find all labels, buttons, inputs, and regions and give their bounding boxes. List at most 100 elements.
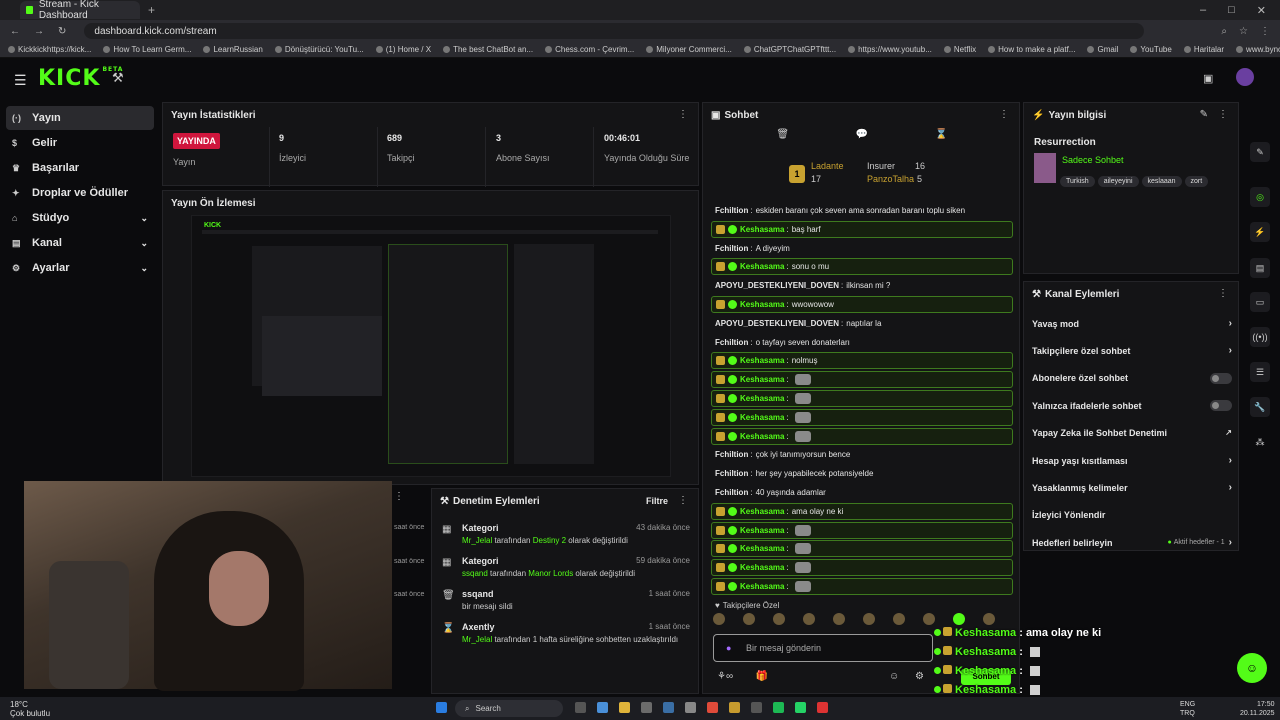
chat-message[interactable]: Keshasama: (711, 521, 1013, 539)
channel-action[interactable]: Hesap yaşı kısıtlaması › (1032, 455, 1232, 466)
forward-icon[interactable]: → (34, 26, 44, 37)
chat-username[interactable]: Keshasama (740, 262, 784, 271)
sidebar-item-2[interactable]: ♛ Başarılar (6, 156, 154, 180)
chat-message[interactable]: Keshasama: (711, 540, 1013, 558)
zoom-icon[interactable]: ⌕ (1221, 26, 1227, 37)
bookmark-item[interactable]: Haritalar (1184, 45, 1224, 54)
bookmark-item[interactable]: Gmail (1087, 45, 1118, 54)
sidebar-item-1[interactable]: $ Gelir (6, 131, 154, 155)
hamburger-menu-icon[interactable]: ☰ (14, 72, 27, 89)
settings-icon[interactable]: ⚙ (915, 671, 924, 682)
more-icon[interactable]: ⋮ (1218, 109, 1228, 120)
chat-username[interactable]: APOYU_DESTEKLIYENI_DOVEN (715, 319, 839, 328)
chat-username[interactable]: Keshasama (740, 544, 784, 553)
chat-message[interactable]: Fchiltion: çok iyi tanımıyorsun bence (711, 446, 1013, 463)
bookmark-item[interactable]: Milyoner Commerci... (646, 45, 732, 54)
points-icon[interactable]: ⚘∞ (717, 671, 733, 682)
star-icon[interactable]: ☆ (1239, 26, 1248, 37)
url-field[interactable]: dashboard.kick.com/stream (84, 23, 1145, 39)
chat-username[interactable]: Keshasama (740, 582, 784, 591)
bookmark-item[interactable]: The best ChatBot an... (443, 45, 533, 54)
list-icon[interactable]: ☰ (1250, 362, 1270, 382)
chat-username[interactable]: APOYU_DESTEKLIYENI_DOVEN (715, 281, 839, 290)
chat-username[interactable]: Keshasama (740, 394, 784, 403)
chat-message[interactable]: Fchiltion: her şey yapabilecek potansiyel… (711, 465, 1013, 482)
taskbar-apps[interactable] (436, 702, 447, 713)
wrench-icon[interactable]: 🔧 (1250, 397, 1270, 417)
bookmark-item[interactable]: ChatGPTChatGPTfttt... (744, 45, 836, 54)
channel-action[interactable]: Yavaş mod › (1032, 318, 1232, 329)
menu-icon[interactable]: ⋮ (1260, 26, 1270, 37)
chat-username[interactable]: Fchiltion (715, 488, 748, 497)
chat-icon[interactable]: ▭ (1250, 292, 1270, 312)
chat-username[interactable]: Fchiltion (715, 206, 748, 215)
chat-username[interactable]: Keshasama (740, 225, 784, 234)
chat-username[interactable]: Fchiltion (715, 450, 748, 459)
taskbar-search[interactable]: ⌕ Search (455, 700, 563, 717)
new-tab-icon[interactable]: + (148, 3, 155, 17)
reload-icon[interactable]: ↻ (58, 26, 66, 37)
back-icon[interactable]: ← (10, 26, 20, 37)
pinned-apps[interactable] (575, 702, 828, 713)
chat-message[interactable]: Keshasama: (711, 390, 1013, 407)
chat-input[interactable]: ● Bir mesaj gönderin (713, 634, 933, 662)
bookmark-item[interactable]: How To Learn Germ... (103, 45, 191, 54)
chat-message[interactable]: APOYU_DESTEKLIYENI_DOVEN: naptılar la (711, 315, 1013, 332)
chat-username[interactable]: Keshasama (740, 413, 784, 422)
chat-username[interactable]: Keshasama (740, 507, 784, 516)
channel-action[interactable]: Hedefleri belirleyin ● Aktif hedefler - 1 › (1032, 537, 1232, 548)
chat-message[interactable]: Keshasama: ama olay ne ki (711, 502, 1013, 520)
bookmark-item[interactable]: LearnRussian (203, 45, 262, 54)
channel-action[interactable]: Abonelere özel sohbet (1032, 372, 1232, 384)
chat-message[interactable]: Fchiltion: o tayfayı seven donaterları (711, 334, 1013, 351)
more-icon[interactable]: ⋮ (394, 491, 404, 502)
chat-message[interactable]: Keshasama: (711, 371, 1013, 389)
chat-fab-button[interactable]: ☺ (1237, 653, 1267, 683)
mod-view-icon[interactable]: ▣ (1203, 72, 1213, 85)
chat-message[interactable]: Keshasama: sonu o mu (711, 258, 1013, 276)
broadcast-icon[interactable]: ((•)) (1250, 327, 1270, 347)
chat-username[interactable]: Keshasama (740, 563, 784, 572)
tag-chip[interactable]: Turkish (1060, 176, 1095, 187)
chat-username[interactable]: Keshasama (740, 356, 784, 365)
more-icon[interactable]: ⋮ (999, 109, 1009, 120)
sidebar-item-3[interactable]: ✦ Droplar ve Ödüller (6, 181, 154, 205)
toggle-switch[interactable] (1210, 372, 1232, 384)
weather-widget[interactable]: 18°C Çok bulutlu (10, 700, 50, 718)
sidebar-item-5[interactable]: ▤ Kanal ⌄ (6, 231, 154, 255)
channel-action[interactable]: Yalnızca ifadelerle sohbet (1032, 400, 1232, 412)
bookmark-item[interactable]: YouTube (1130, 45, 1171, 54)
category-name[interactable]: Sadece Sohbet (1062, 155, 1124, 165)
channel-action[interactable]: İzleyici Yönlendir (1032, 510, 1232, 520)
target-icon[interactable]: ◎ (1250, 187, 1270, 207)
tag-chip[interactable]: zort (1184, 176, 1209, 187)
maximize-icon[interactable]: □ (1228, 4, 1235, 17)
chat-message[interactable]: Keshasama: (711, 559, 1013, 577)
chat-message[interactable]: APOYU_DESTEKLIYENI_DOVEN: ilkinsan mi ? (711, 277, 1013, 294)
chat-username[interactable]: Keshasama (740, 300, 784, 309)
filter-button[interactable]: Filtre (646, 496, 668, 506)
bookmark-item[interactable]: How to make a platf... (988, 45, 1075, 54)
tag-chip[interactable]: keslaaan (1141, 176, 1182, 187)
chat-message[interactable]: Fchiltion:40 yaşında adamlar (711, 484, 1013, 501)
toggle-switch[interactable] (1210, 400, 1232, 412)
trash-icon[interactable]: 🗑 (776, 129, 789, 149)
edit-icon[interactable]: ✎ (1250, 142, 1270, 162)
chat-bubble-icon[interactable]: 💬 (856, 129, 868, 149)
bolt-icon[interactable]: ⚡ (1250, 222, 1270, 242)
share-icon[interactable]: ⁂ (1250, 432, 1270, 452)
bookmark-item[interactable]: (1) Home / X (376, 45, 431, 54)
chat-message[interactable]: Keshasama: (711, 578, 1013, 595)
close-icon[interactable]: ✕ (1257, 4, 1266, 17)
channel-action[interactable]: Yasaklanmış kelimeler › (1032, 482, 1232, 493)
more-icon[interactable]: ⋮ (678, 495, 688, 506)
bookmark-item[interactable]: Chess.com - Çevrim... (545, 45, 634, 54)
chat-username[interactable]: Keshasama (740, 432, 784, 441)
chat-message[interactable]: Keshasama: wwowowow (711, 296, 1013, 313)
avatar[interactable] (1236, 68, 1254, 86)
chat-message[interactable]: Keshasama: (711, 408, 1013, 426)
edit-icon[interactable]: ✎ (1200, 109, 1208, 120)
mic-icon[interactable]: ● (726, 643, 731, 653)
chat-message[interactable]: Fchiltion: A diyeyim (711, 240, 1013, 257)
hourglass-icon[interactable]: ⌛ (935, 129, 947, 149)
